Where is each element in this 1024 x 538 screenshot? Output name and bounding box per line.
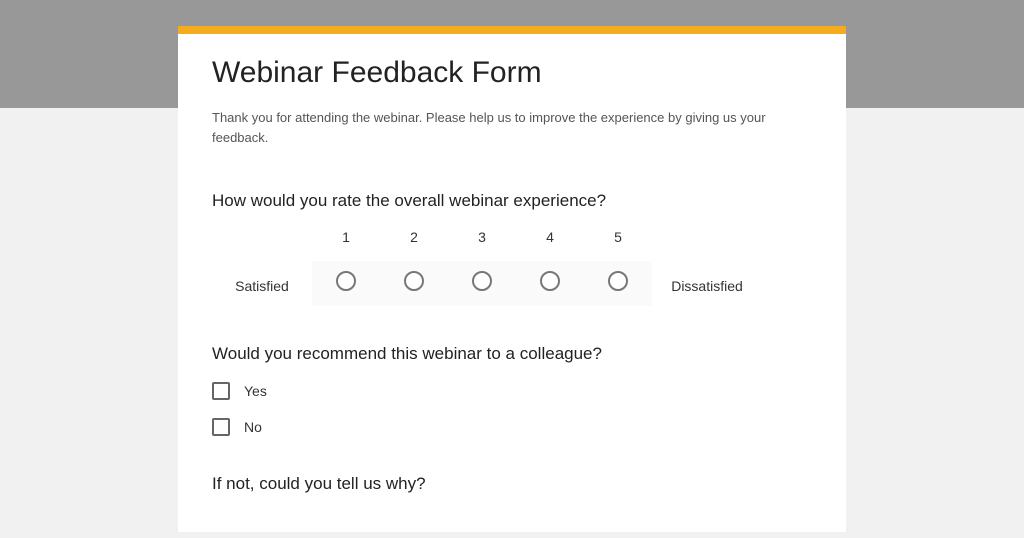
- question-title: Would you recommend this webinar to a co…: [212, 344, 812, 364]
- checkbox-label-no: No: [244, 419, 262, 435]
- form-card: Webinar Feedback Form Thank you for atte…: [178, 26, 846, 532]
- scale-number-4: 4: [516, 229, 584, 261]
- scale-number-1: 1: [312, 229, 380, 261]
- scale-number-2: 2: [380, 229, 448, 261]
- checkbox-row-yes: Yes: [212, 382, 812, 400]
- radio-rating-1[interactable]: [336, 271, 356, 291]
- question-why-not: If not, could you tell us why?: [212, 474, 812, 494]
- question-title: If not, could you tell us why?: [212, 474, 812, 494]
- checkbox-yes[interactable]: [212, 382, 230, 400]
- scale-number-3: 3: [448, 229, 516, 261]
- checkbox-row-no: No: [212, 418, 812, 436]
- form-title: Webinar Feedback Form: [212, 56, 812, 90]
- form-description: Thank you for attending the webinar. Ple…: [212, 108, 812, 147]
- question-recommend: Would you recommend this webinar to a co…: [212, 344, 812, 436]
- checkbox-no[interactable]: [212, 418, 230, 436]
- scale-number-5: 5: [584, 229, 652, 261]
- radio-rating-5[interactable]: [608, 271, 628, 291]
- radio-rating-3[interactable]: [472, 271, 492, 291]
- checkbox-label-yes: Yes: [244, 383, 267, 399]
- radio-rating-4[interactable]: [540, 271, 560, 291]
- radio-rating-2[interactable]: [404, 271, 424, 291]
- question-title: How would you rate the overall webinar e…: [212, 191, 812, 211]
- scale-high-label: Dissatisfied: [652, 278, 762, 306]
- scale-low-label: Satisfied: [212, 278, 312, 306]
- question-rating: How would you rate the overall webinar e…: [212, 191, 812, 306]
